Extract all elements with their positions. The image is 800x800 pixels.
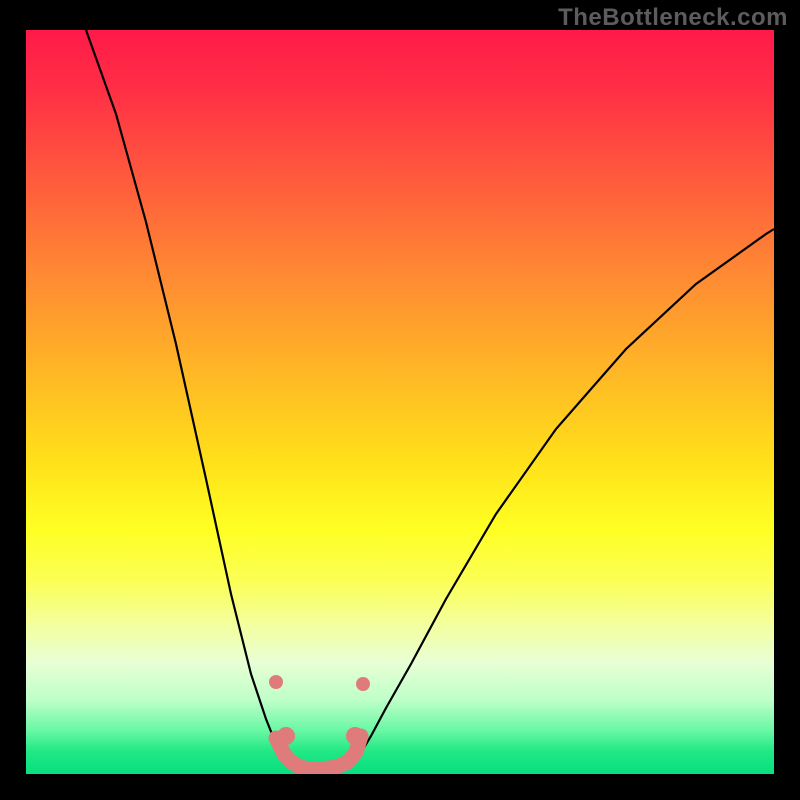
right-curve-path <box>346 229 774 766</box>
left-curve-path <box>86 30 293 766</box>
left-low-dot <box>277 727 295 745</box>
right-top-dot <box>356 677 370 691</box>
watermark-text: TheBottleneck.com <box>558 4 788 32</box>
curve-svg <box>26 30 774 774</box>
left-top-dot <box>269 675 283 689</box>
chart-frame: TheBottleneck.com <box>0 0 800 800</box>
plot-area <box>26 30 774 774</box>
marker-dots <box>269 675 370 745</box>
right-low-dot <box>346 727 364 745</box>
